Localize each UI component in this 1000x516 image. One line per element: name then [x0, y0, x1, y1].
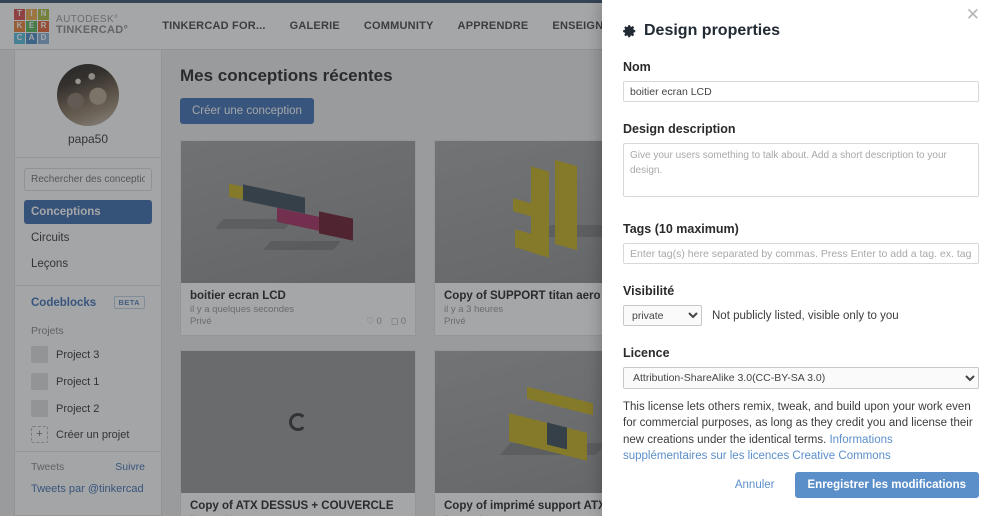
tags-label: Tags (10 maximum): [623, 222, 739, 236]
visibility-label: Visibilité: [623, 284, 675, 298]
name-field[interactable]: [623, 81, 979, 102]
modal-footer: Annuler Enregistrer les modifications: [623, 472, 979, 498]
licence-description: This license lets others remix, tweak, a…: [623, 399, 979, 464]
modal-title-row: Design properties: [623, 22, 979, 40]
modal-title-text: Design properties: [644, 22, 781, 39]
visibility-row: private Not publicly listed, visible onl…: [623, 305, 979, 326]
tags-field[interactable]: [623, 243, 979, 264]
cancel-button[interactable]: Annuler: [729, 478, 781, 492]
description-field[interactable]: [623, 143, 979, 197]
licence-label: Licence: [623, 346, 670, 360]
licence-description-text: This license lets others remix, tweak, a…: [623, 401, 973, 446]
close-icon[interactable]: ✕: [960, 5, 986, 24]
design-properties-modal: ✕ Design properties Nom Design descripti…: [602, 0, 1000, 516]
licence-select[interactable]: Attribution-ShareAlike 3.0(CC-BY-SA 3.0): [623, 367, 979, 389]
visibility-note: Not publicly listed, visible only to you: [712, 309, 899, 322]
gear-icon: [623, 25, 636, 38]
description-label: Design description: [623, 122, 736, 136]
save-button[interactable]: Enregistrer les modifications: [794, 472, 979, 498]
page-root: T I N K E R C A D AUTODESK° TINKERCAD° T…: [0, 0, 1000, 516]
name-label: Nom: [623, 60, 651, 74]
visibility-select[interactable]: private: [623, 305, 702, 326]
